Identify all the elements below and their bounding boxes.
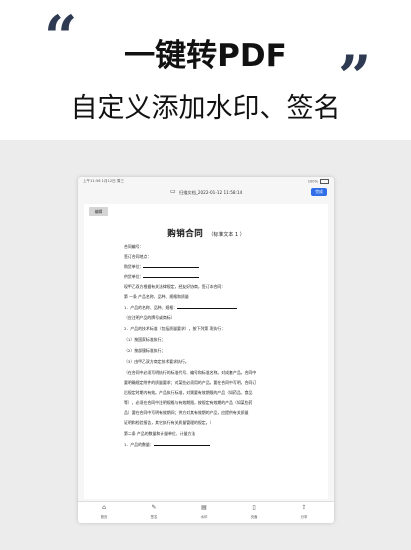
contract-line: 2．产品的技术标准（包括质量要求），按下列第 项执行： bbox=[124, 326, 225, 331]
bottom-tab-bar: ⌂ 首页 ✎ 签名 ▤ 水印 ▯ 页面 ⇪ 分享 bbox=[78, 501, 334, 523]
edit-tag[interactable]: 编辑 bbox=[89, 207, 108, 216]
tab-signature[interactable]: ✎ 签名 bbox=[142, 504, 166, 520]
tab-label: 页面 bbox=[250, 515, 258, 519]
document-title[interactable]: 扫描文档_2022-01-12 11:58:14 bbox=[179, 190, 242, 196]
contract-line: 1．产品的数量： bbox=[124, 442, 210, 448]
contract-line-text: 供货单位： bbox=[124, 274, 144, 279]
contract-line: 供货单位： bbox=[124, 274, 200, 280]
page-title: 购销合同 （标准文本 1 ） bbox=[84, 221, 328, 240]
share-icon: ⇪ bbox=[301, 504, 307, 511]
done-button[interactable]: 完成 bbox=[311, 188, 327, 196]
contract-line: 现甲乙双方根据有关法律规定，经友好协商，签订本合同： bbox=[124, 284, 226, 289]
top-bar: ▭ 扫描文档_2022-01-12 11:58:14 完成 bbox=[78, 186, 334, 202]
watermark-icon: ▤ bbox=[201, 504, 207, 511]
contract-line: （在合同中必须写明执行的标准代号、编号和标准名称。对成套产品，合同中 bbox=[124, 370, 257, 375]
contract-line: （应注明产品的牌号或商标） bbox=[124, 315, 175, 320]
contract-line: 第二条 产品的数量和计量单位、计量方法 bbox=[124, 431, 196, 436]
contract-line: 要明确规定附件的质量要求；对某些必须用的产品，要在合同中写明，合同订 bbox=[124, 380, 257, 385]
document-icon: ▭ bbox=[170, 188, 176, 195]
tab-page[interactable]: ▯ 页面 bbox=[242, 504, 266, 520]
status-time: 上午11:56 1月12日 周三 bbox=[83, 179, 125, 183]
contract-line: 合同编号： bbox=[124, 244, 144, 249]
subheadline: 自定义添加水印、签名 bbox=[70, 93, 341, 124]
status-battery: 100% bbox=[308, 179, 329, 184]
document-page: 编辑 购销合同 （标准文本 1 ） 合同编号： 签订合同地点： 购货单位： 供货… bbox=[84, 204, 328, 499]
contract-subtitle: （标准文本 1 ） bbox=[208, 232, 245, 238]
contract-line: 证明和检验报告，其它执行有关质量管理的规定。） bbox=[124, 420, 214, 425]
device-stage: 上午11:56 1月12日 周三 100% ▭ 扫描文档_2022-01-12 … bbox=[0, 140, 411, 550]
contract-line: （2）按部颁标准执行； bbox=[124, 348, 166, 353]
battery-icon bbox=[320, 179, 329, 184]
contract-line: 后规定时期内有效。产品执行标准，对需要有效期限的产品（如药品、食品 bbox=[124, 390, 253, 395]
blank-underline bbox=[153, 442, 210, 446]
contract-line: 等），必须在合同中注明规格与有效期限，按规定有效期的产品（如某些药 bbox=[124, 400, 253, 405]
tab-watermark[interactable]: ▤ 水印 bbox=[192, 504, 216, 520]
home-icon: ⌂ bbox=[102, 504, 106, 511]
contract-line-text: 1．产品的数量： bbox=[124, 442, 154, 447]
contract-line: （3）由甲乙双方商定技术要求执行。 bbox=[124, 359, 189, 364]
contract-line: 品）要在合同中写明有效期间；供方对其有效期的产品，应提供有关质量 bbox=[124, 410, 249, 415]
tab-share[interactable]: ⇪ 分享 bbox=[292, 504, 316, 520]
signature-icon: ✎ bbox=[151, 504, 157, 511]
tab-label: 首页 bbox=[100, 515, 108, 519]
status-bar: 上午11:56 1月12日 周三 100% bbox=[78, 177, 334, 186]
contract-line-text: 1．产品的名称、品种、规格： bbox=[124, 305, 178, 310]
tab-label: 分享 bbox=[300, 515, 308, 519]
tablet-screen: 上午11:56 1月12日 周三 100% ▭ 扫描文档_2022-01-12 … bbox=[78, 177, 334, 523]
contract-line: 1．产品的名称、品种、规格： bbox=[124, 305, 238, 311]
contract-line: 签订合同地点： bbox=[124, 254, 152, 259]
contract-line: （1）按国家标准执行； bbox=[124, 337, 166, 342]
hero-banner: “ 一键转PDF ” 自定义添加水印、签名 bbox=[0, 0, 411, 140]
blank-underline bbox=[143, 264, 200, 268]
contract-line: 购货单位： bbox=[124, 264, 200, 270]
contract-line-text: 购货单位： bbox=[124, 264, 144, 269]
bookmark-icon: ▯ bbox=[252, 504, 256, 511]
contract-line: 第 一条 产品名称、品种、规格和质量 bbox=[124, 294, 189, 299]
tab-label: 签名 bbox=[150, 515, 158, 519]
tab-home[interactable]: ⌂ 首页 bbox=[92, 504, 116, 520]
contract-title: 购销合同 bbox=[167, 229, 204, 239]
blank-underline bbox=[143, 274, 200, 278]
tab-label: 水印 bbox=[200, 515, 208, 519]
battery-percent: 100% bbox=[307, 179, 318, 184]
blank-underline bbox=[177, 305, 238, 309]
